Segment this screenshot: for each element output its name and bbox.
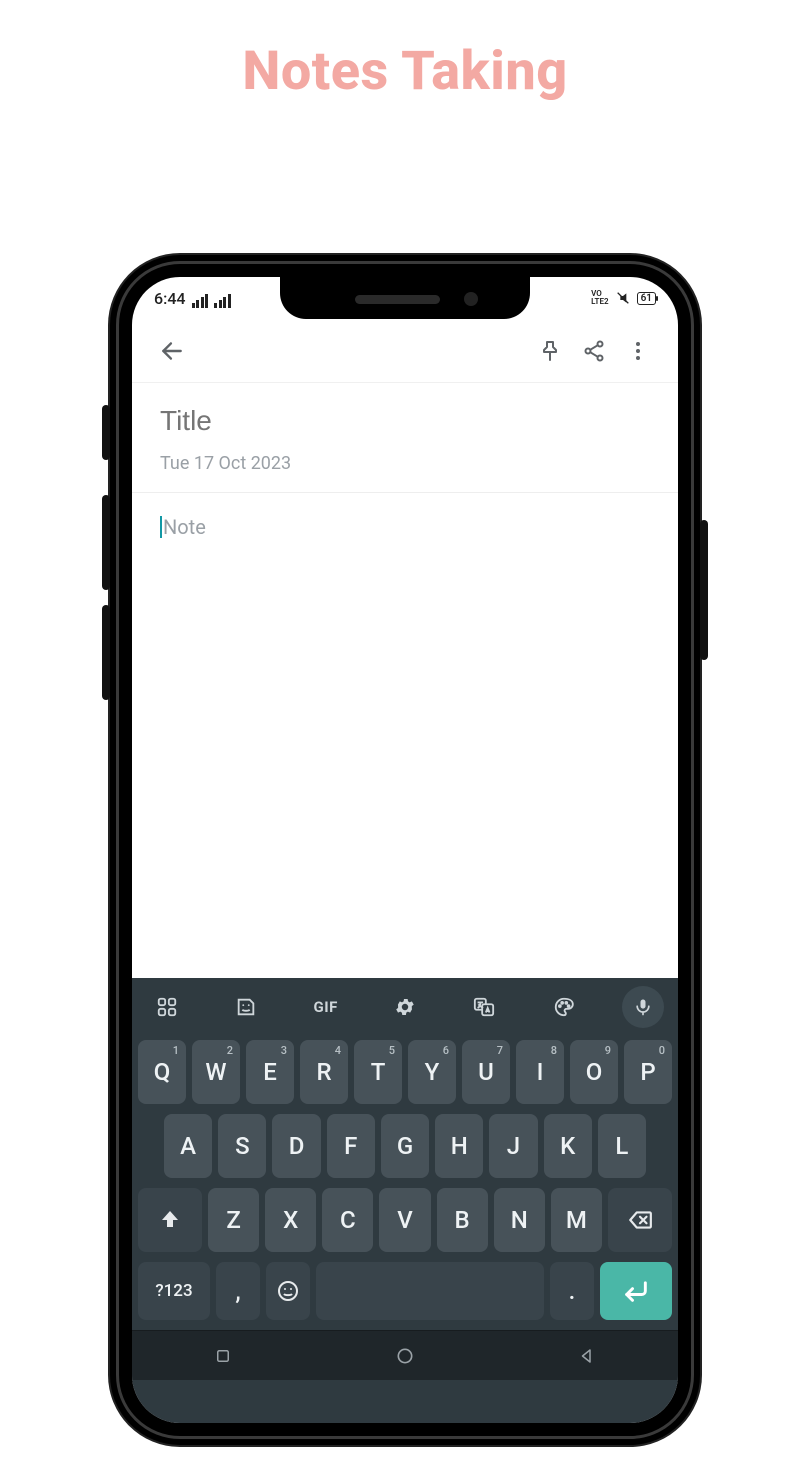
note-body[interactable]: Note (132, 493, 678, 561)
key-w[interactable]: W2 (192, 1040, 240, 1104)
key-a[interactable]: A (164, 1114, 212, 1178)
kb-sticker-button[interactable] (225, 986, 267, 1028)
notch (280, 277, 530, 319)
key-c[interactable]: C (322, 1188, 373, 1252)
volte-badge: VO LTE2 (591, 290, 608, 306)
keyboard-row-3: ZXCVBNM (138, 1188, 672, 1252)
keyboard-row-4: ?123 , . (138, 1262, 672, 1320)
key-l[interactable]: L (598, 1114, 646, 1178)
kb-gif-button[interactable]: GIF (305, 986, 347, 1028)
phone-volume-down (102, 605, 110, 700)
phone-power-button (700, 520, 708, 660)
keyboard-row-1: Q1W2E3R4T5Y6U7I8O9P0 (138, 1040, 672, 1104)
key-f[interactable]: F (327, 1114, 375, 1178)
mute-icon (615, 290, 631, 306)
key-e[interactable]: E3 (246, 1040, 294, 1104)
key-b[interactable]: B (437, 1188, 488, 1252)
arrow-left-icon (159, 338, 185, 364)
enter-icon (622, 1277, 650, 1305)
translate-icon (473, 996, 495, 1018)
square-icon (214, 1347, 232, 1365)
backspace-icon (627, 1207, 653, 1233)
mic-icon (633, 997, 653, 1017)
signal-icon (192, 294, 209, 308)
key-r[interactable]: R4 (300, 1040, 348, 1104)
status-time: 6:44 (154, 289, 186, 308)
triangle-left-icon (578, 1347, 596, 1365)
key-n[interactable]: N (494, 1188, 545, 1252)
note-placeholder: Note (163, 515, 206, 539)
phone-volume-up (102, 495, 110, 590)
screen: 6:44 VO LTE2 61 (132, 277, 678, 1423)
key-y[interactable]: Y6 (408, 1040, 456, 1104)
key-k[interactable]: K (544, 1114, 592, 1178)
signal-icon-2 (214, 294, 231, 308)
nav-recent-button[interactable] (198, 1338, 248, 1374)
more-button[interactable] (616, 329, 660, 373)
key-u[interactable]: U7 (462, 1040, 510, 1104)
share-icon (582, 339, 606, 363)
pin-icon (538, 339, 562, 363)
kb-apps-button[interactable] (146, 986, 188, 1028)
share-button[interactable] (572, 329, 616, 373)
palette-icon (553, 996, 575, 1018)
key-m[interactable]: M (551, 1188, 602, 1252)
key-g[interactable]: G (381, 1114, 429, 1178)
key-p[interactable]: P0 (624, 1040, 672, 1104)
keyboard-toolbar: GIF (132, 978, 678, 1036)
note-header: Tue 17 Oct 2023 (132, 383, 678, 493)
key-z[interactable]: Z (208, 1188, 259, 1252)
key-v[interactable]: V (379, 1188, 430, 1252)
title-input[interactable] (160, 405, 650, 437)
key-period[interactable]: . (550, 1262, 594, 1320)
kb-theme-button[interactable] (543, 986, 585, 1028)
key-j[interactable]: J (489, 1114, 537, 1178)
phone-mute-switch (102, 405, 110, 460)
key-x[interactable]: X (265, 1188, 316, 1252)
more-vertical-icon (626, 339, 650, 363)
key-emoji[interactable] (266, 1262, 310, 1320)
sticker-icon (235, 996, 257, 1018)
key-symbols[interactable]: ?123 (138, 1262, 210, 1320)
note-date: Tue 17 Oct 2023 (160, 453, 650, 474)
key-o[interactable]: O9 (570, 1040, 618, 1104)
kb-mic-button[interactable] (622, 986, 664, 1028)
grid-icon (156, 996, 178, 1018)
keyboard-row-2: ASDFGHJKL (138, 1114, 672, 1178)
key-backspace[interactable] (608, 1188, 672, 1252)
key-i[interactable]: I8 (516, 1040, 564, 1104)
nav-back-button[interactable] (562, 1338, 612, 1374)
kb-translate-button[interactable] (463, 986, 505, 1028)
back-button[interactable] (150, 329, 194, 373)
phone-frame: 6:44 VO LTE2 61 (110, 255, 700, 1445)
app-toolbar (132, 319, 678, 383)
battery-indicator: 61 (637, 292, 656, 305)
on-screen-keyboard: GIF Q1W2E3R4T5Y6U7I8O9P0 ASDFGHJKL (132, 978, 678, 1423)
shift-icon (158, 1208, 182, 1232)
emoji-icon (276, 1279, 300, 1303)
circle-icon (395, 1346, 415, 1366)
pin-button[interactable] (528, 329, 572, 373)
page-heading: Notes Taking (0, 40, 810, 103)
kb-settings-button[interactable] (384, 986, 426, 1028)
key-t[interactable]: T5 (354, 1040, 402, 1104)
nav-home-button[interactable] (380, 1338, 430, 1374)
key-h[interactable]: H (435, 1114, 483, 1178)
gear-icon (394, 996, 416, 1018)
key-q[interactable]: Q1 (138, 1040, 186, 1104)
key-space[interactable] (316, 1262, 544, 1320)
key-shift[interactable] (138, 1188, 202, 1252)
key-s[interactable]: S (218, 1114, 266, 1178)
key-comma[interactable]: , (216, 1262, 260, 1320)
key-d[interactable]: D (272, 1114, 320, 1178)
text-cursor (160, 516, 162, 538)
android-nav-bar (132, 1330, 678, 1380)
key-enter[interactable] (600, 1262, 672, 1320)
